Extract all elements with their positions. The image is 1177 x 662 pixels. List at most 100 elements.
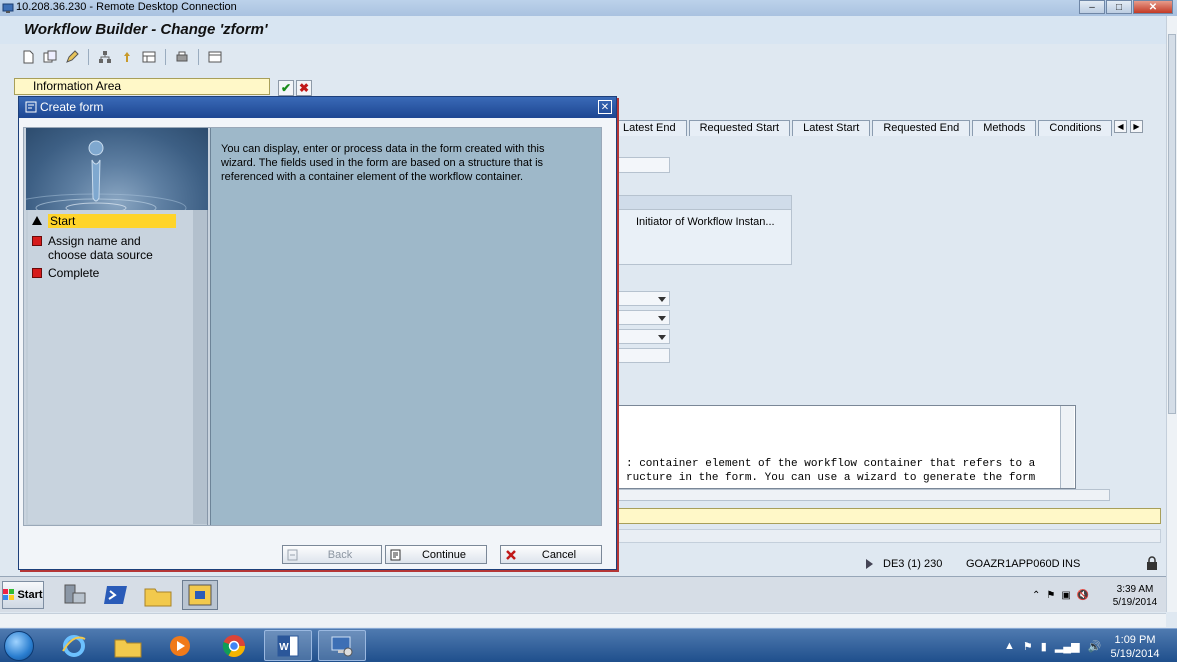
- explorer-folder-icon[interactable]: [140, 580, 176, 610]
- media-player-icon[interactable]: [156, 630, 204, 661]
- application-toolbar: [0, 44, 1166, 70]
- show-hidden-icons-icon[interactable]: ▲: [1004, 640, 1015, 653]
- background-input[interactable]: [616, 348, 670, 363]
- power-icon[interactable]: ▮: [1041, 640, 1047, 653]
- windows-explorer-icon[interactable]: [104, 630, 152, 661]
- step-label: Start: [48, 214, 176, 228]
- server-name: GOAZR1APP060D: [966, 558, 1060, 570]
- windows-start-orb[interactable]: [4, 631, 34, 661]
- continue-button[interactable]: Continue: [385, 545, 487, 564]
- continue-icon: [390, 549, 402, 561]
- maximize-button[interactable]: □: [1106, 0, 1132, 14]
- copy-icon[interactable]: [42, 49, 58, 65]
- powershell-icon[interactable]: [98, 580, 134, 610]
- system-info[interactable]: DE3 (1) 230: [883, 558, 942, 570]
- toolbar-separator: [198, 49, 199, 65]
- dialog-close-button[interactable]: ✕: [598, 100, 612, 114]
- close-button[interactable]: ✕: [1133, 0, 1173, 14]
- volume-muted-icon[interactable]: 🔇: [1077, 590, 1089, 601]
- remote-start-button[interactable]: Start: [2, 581, 44, 609]
- main-vertical-scrollbar[interactable]: [1166, 16, 1177, 612]
- insert-mode: INS: [1062, 558, 1081, 570]
- steps-scrollbar[interactable]: [193, 210, 207, 524]
- internet-explorer-icon[interactable]: [50, 630, 98, 661]
- step-start[interactable]: Start: [32, 214, 176, 228]
- warning-icon: [32, 216, 42, 225]
- word-icon[interactable]: W: [264, 630, 312, 661]
- initiator-label: Initiator of Workflow Instan...: [636, 216, 775, 228]
- window-icon[interactable]: [207, 49, 223, 65]
- remote-tray: ⌃ ⚑ ▣ 🔇: [1032, 590, 1089, 601]
- tab-latest-end[interactable]: Latest End: [612, 120, 687, 136]
- page-title: Workflow Builder - Change 'zform': [24, 21, 268, 38]
- sap-title-area: Workflow Builder - Change 'zform': [0, 16, 1166, 44]
- signal-icon[interactable]: ▂▄▆: [1055, 640, 1080, 653]
- system-time: 1:09 PM: [1114, 634, 1156, 646]
- wizard-splash-image: [26, 128, 208, 210]
- tab-requested-start[interactable]: Requested Start: [688, 120, 791, 136]
- step-assign-name[interactable]: Assign name and choose data source: [32, 234, 176, 262]
- background-dropdown[interactable]: [616, 310, 670, 325]
- minimize-button[interactable]: –: [1079, 0, 1105, 14]
- layout-icon[interactable]: [141, 49, 157, 65]
- edit-icon[interactable]: [64, 49, 80, 65]
- print-icon[interactable]: [174, 49, 190, 65]
- network-icon[interactable]: ▣: [1061, 590, 1070, 601]
- agent-assignment-box: [616, 195, 792, 265]
- play-icon[interactable]: [866, 559, 873, 569]
- tab-scroll-right-icon[interactable]: ▶: [1130, 120, 1143, 133]
- dialog-title: Create form: [40, 100, 104, 114]
- rdp-title-bar: 10.208.36.230 - Remote Desktop Connectio…: [0, 0, 1177, 16]
- editor-vertical-scrollbar[interactable]: [1060, 406, 1074, 488]
- speaker-icon[interactable]: 🔊: [1088, 640, 1102, 653]
- step-label: Assign name and choose data source: [48, 234, 153, 262]
- scrollbar-thumb[interactable]: [1168, 34, 1176, 414]
- remote-desktop-taskbar-icon[interactable]: [318, 630, 366, 661]
- incomplete-icon: [32, 268, 42, 278]
- information-area-select[interactable]: Information Area: [14, 78, 270, 95]
- start-label: Start: [17, 589, 43, 601]
- step-complete[interactable]: Complete: [32, 266, 176, 280]
- system-date: 5/19/2014: [1110, 648, 1160, 660]
- chevron-up-icon[interactable]: ⌃: [1032, 590, 1040, 601]
- svg-text:W: W: [279, 642, 289, 653]
- message-bar: [616, 508, 1161, 524]
- up-arrow-icon[interactable]: [119, 49, 135, 65]
- tab-scroll-left-icon[interactable]: ◀: [1114, 120, 1127, 133]
- sap-workflow-app-icon[interactable]: [182, 580, 218, 610]
- hierarchy-icon[interactable]: [97, 49, 113, 65]
- incomplete-icon: [32, 236, 42, 246]
- step-label: Complete: [48, 266, 100, 280]
- chrome-icon[interactable]: [210, 630, 258, 661]
- remote-date: 5/19/2014: [1112, 597, 1158, 608]
- status-line: [616, 529, 1161, 543]
- wizard-steps-panel: Start Assign name and choose data source…: [26, 128, 208, 525]
- new-document-icon[interactable]: [20, 49, 36, 65]
- cancel-button[interactable]: Cancel: [500, 545, 602, 564]
- action-center-flag-icon[interactable]: ⚑: [1023, 640, 1033, 653]
- back-button[interactable]: Back: [282, 545, 382, 564]
- editor-horizontal-scrollbar[interactable]: [616, 489, 1110, 501]
- editor-text-line: ructure in the form. You can use a wizar…: [626, 472, 1036, 484]
- server-manager-icon[interactable]: [56, 580, 92, 610]
- background-dropdown[interactable]: [616, 291, 670, 306]
- toolbar-separator: [165, 49, 166, 65]
- step-tabs: Latest End Requested Start Latest Start …: [612, 120, 1114, 136]
- remote-clock[interactable]: 3:39 AM 5/19/2014: [1108, 583, 1162, 609]
- rdp-horizontal-scrollbar[interactable]: [0, 613, 1166, 627]
- cancel-icon[interactable]: ✖: [296, 80, 312, 96]
- background-dropdown[interactable]: [616, 329, 670, 344]
- tab-requested-end[interactable]: Requested End: [872, 120, 971, 136]
- remote-desktop-icon: [2, 2, 14, 14]
- tab-latest-start[interactable]: Latest Start: [792, 120, 871, 136]
- flag-icon[interactable]: ⚑: [1046, 590, 1055, 601]
- confirm-icon[interactable]: ✔: [278, 80, 294, 96]
- windows-clock[interactable]: 1:09 PM 5/19/2014: [1106, 633, 1164, 661]
- dialog-title-bar[interactable]: Create form ✕: [19, 97, 616, 118]
- tab-methods[interactable]: Methods: [972, 120, 1037, 136]
- wizard-description-panel: You can display, enter or process data i…: [210, 128, 601, 525]
- editor-text-line: : container element of the workflow cont…: [626, 458, 1036, 470]
- tab-conditions[interactable]: Conditions: [1038, 120, 1113, 136]
- background-input[interactable]: [616, 157, 670, 173]
- wizard-step-list: Start Assign name and choose data source…: [28, 210, 193, 524]
